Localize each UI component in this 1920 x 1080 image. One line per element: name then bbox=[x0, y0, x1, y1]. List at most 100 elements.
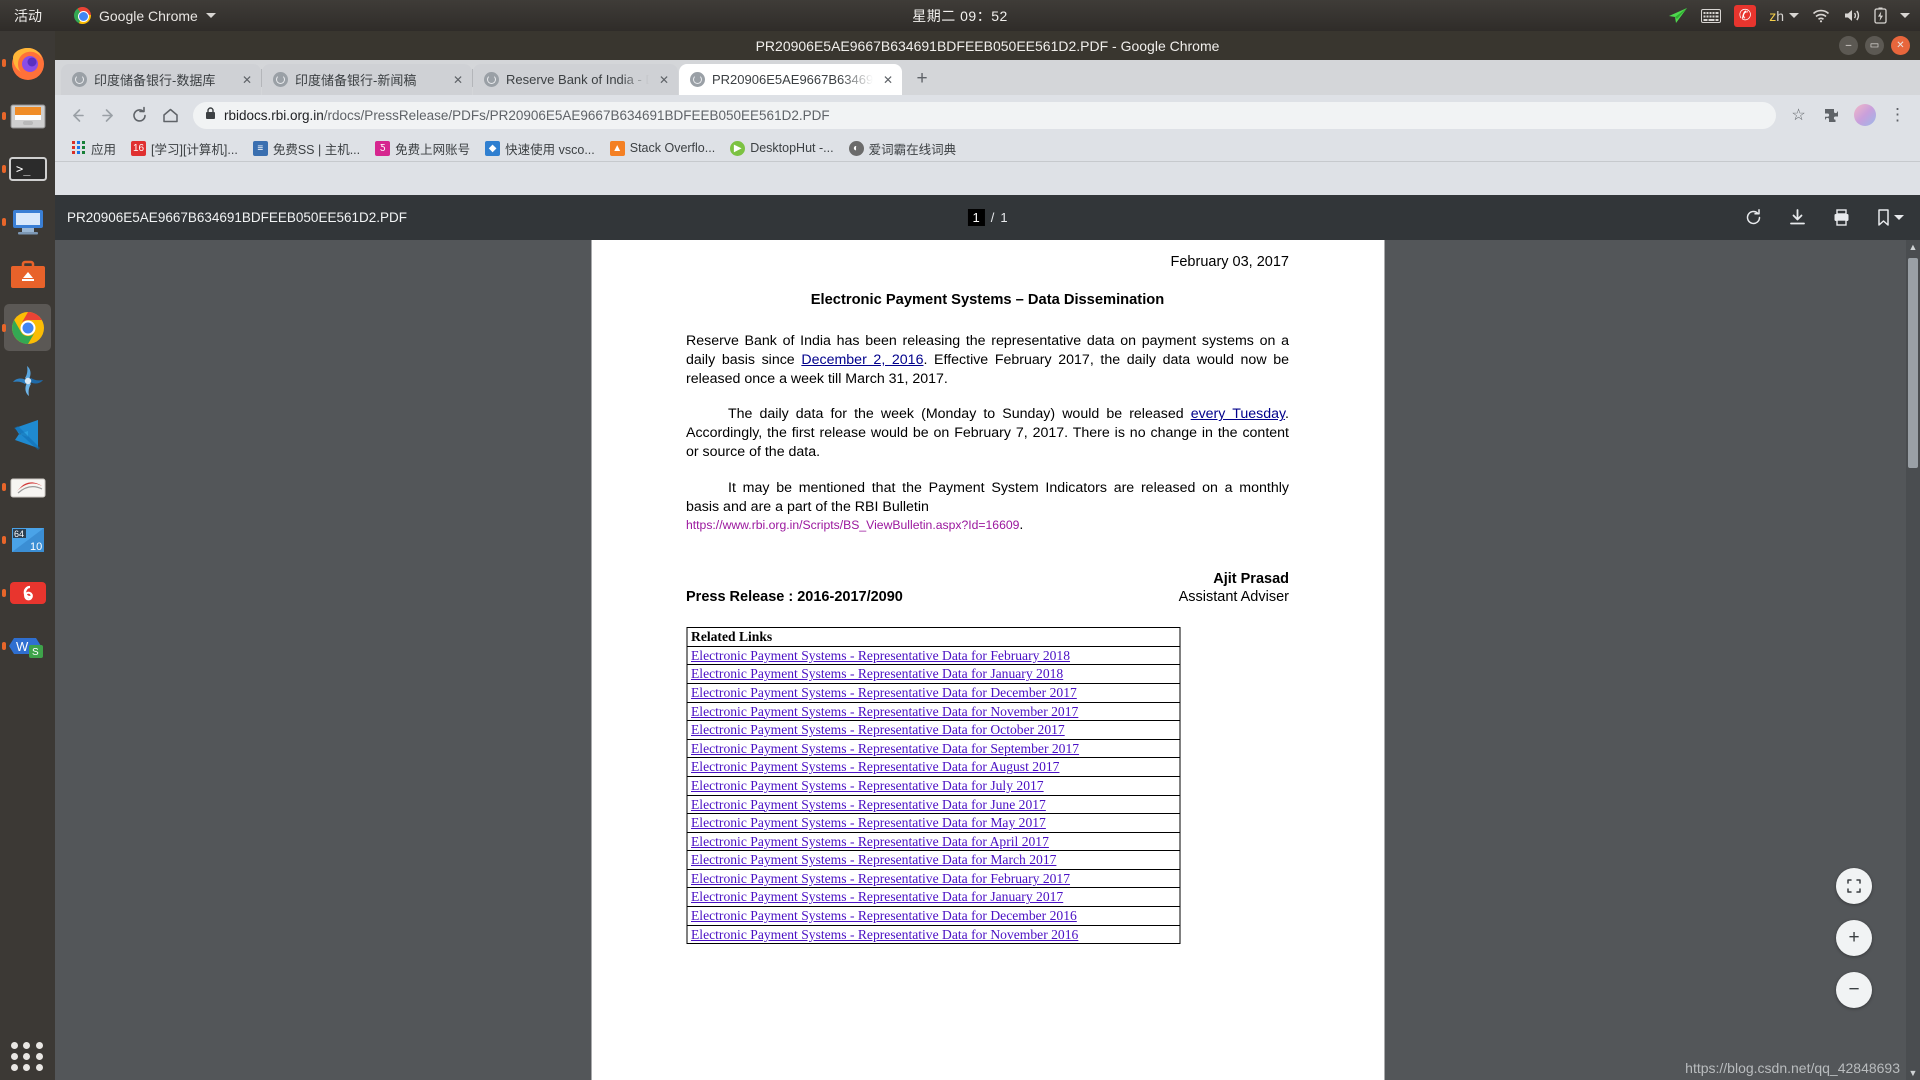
tab-1[interactable]: 印度储备银行-新闻稿 ✕ bbox=[262, 64, 472, 95]
related-link-7[interactable]: Electronic Payment Systems - Representat… bbox=[691, 778, 1044, 793]
close-button[interactable]: ✕ bbox=[1891, 36, 1910, 55]
address-bar[interactable]: rbidocs.rbi.org.in/rdocs/PressRelease/PD… bbox=[193, 101, 1776, 129]
bookmark-4[interactable]: ◆ 快速使用 vsco... bbox=[479, 136, 601, 161]
table-row[interactable]: Electronic Payment Systems - Representat… bbox=[686, 868, 1180, 889]
related-link-1[interactable]: Electronic Payment Systems - Representat… bbox=[691, 666, 1063, 681]
related-link-3[interactable]: Electronic Payment Systems - Representat… bbox=[691, 704, 1078, 719]
related-link-0[interactable]: Electronic Payment Systems - Representat… bbox=[691, 648, 1070, 663]
telegram-icon[interactable] bbox=[1668, 0, 1688, 31]
scroll-up-arrow-icon[interactable]: ▲ bbox=[1906, 240, 1920, 254]
table-row[interactable]: Electronic Payment Systems - Representat… bbox=[686, 813, 1180, 833]
scroll-down-arrow-icon[interactable]: ▼ bbox=[1906, 1066, 1920, 1080]
table-row[interactable]: Electronic Payment Systems - Representat… bbox=[686, 887, 1180, 908]
rbi-bulletin-link[interactable]: https://www.rbi.org.in/Scripts/BS_ViewBu… bbox=[686, 518, 1019, 532]
netease-music-icon[interactable]: ✆ bbox=[1734, 0, 1757, 31]
dock-item-virtualbox[interactable] bbox=[4, 198, 51, 245]
clock[interactable]: 星期二 09：52 bbox=[912, 6, 1008, 26]
activities-button[interactable]: 活动 bbox=[0, 6, 56, 26]
bookmark-3[interactable]: Ƽ 免费上网账号 bbox=[369, 136, 476, 161]
dock-item-firefox[interactable] bbox=[4, 39, 51, 86]
pdf-scroll-area[interactable]: February 03, 2017 Electronic Payment Sys… bbox=[55, 240, 1920, 1080]
zoom-in-button[interactable]: + bbox=[1836, 920, 1872, 956]
dock-item-google-chrome[interactable] bbox=[4, 304, 51, 351]
maximize-button[interactable]: ▭ bbox=[1865, 36, 1884, 55]
wifi-icon[interactable] bbox=[1812, 0, 1830, 31]
dock-item-photo-app[interactable] bbox=[4, 357, 51, 404]
tab-3[interactable]: PR20906E5AE9667B63469 ✕ bbox=[679, 64, 902, 95]
related-link-12[interactable]: Electronic Payment Systems - Representat… bbox=[691, 871, 1070, 886]
reload-button[interactable] bbox=[125, 101, 154, 130]
related-link-15[interactable]: Electronic Payment Systems - Representat… bbox=[691, 927, 1078, 942]
back-button[interactable] bbox=[63, 101, 92, 130]
table-row[interactable]: Electronic Payment Systems - Representat… bbox=[686, 664, 1180, 684]
december-2-2016-link[interactable]: December 2, 2016 bbox=[801, 352, 923, 368]
dock-item-netease-music[interactable] bbox=[4, 569, 51, 616]
related-link-8[interactable]: Electronic Payment Systems - Representat… bbox=[691, 797, 1046, 812]
scrollbar-thumb[interactable] bbox=[1908, 258, 1918, 468]
related-link-10[interactable]: Electronic Payment Systems - Representat… bbox=[691, 834, 1049, 849]
window-titlebar[interactable]: PR20906E5AE9667B634691BDFEEB050EE561D2.P… bbox=[55, 31, 1920, 60]
table-row[interactable]: Electronic Payment Systems - Representat… bbox=[686, 645, 1180, 666]
dock-item-wps-office[interactable]: WS bbox=[4, 622, 51, 669]
bookmark-star-icon[interactable]: ☆ bbox=[1784, 101, 1813, 130]
every-tuesday-link[interactable]: every Tuesday bbox=[1191, 406, 1285, 422]
tab-close-icon[interactable]: ✕ bbox=[450, 72, 466, 88]
volume-icon[interactable] bbox=[1843, 0, 1861, 31]
minimize-button[interactable]: – bbox=[1839, 36, 1858, 55]
dock-item-terminal[interactable]: >_ bbox=[4, 145, 51, 192]
related-link-13[interactable]: Electronic Payment Systems - Representat… bbox=[691, 889, 1063, 904]
related-link-14[interactable]: Electronic Payment Systems - Representat… bbox=[691, 908, 1077, 923]
profile-avatar[interactable] bbox=[1850, 101, 1879, 130]
dock-item-foxit-reader[interactable] bbox=[4, 463, 51, 510]
related-link-5[interactable]: Electronic Payment Systems - Representat… bbox=[691, 741, 1079, 756]
table-row[interactable]: Electronic Payment Systems - Representat… bbox=[686, 775, 1180, 796]
input-method-indicator[interactable]: zh bbox=[1769, 0, 1799, 31]
app-menu-button[interactable]: Google Chrome bbox=[74, 7, 216, 24]
battery-icon[interactable] bbox=[1874, 0, 1887, 31]
chevron-down-icon[interactable] bbox=[1900, 13, 1910, 18]
extensions-icon[interactable] bbox=[1817, 101, 1846, 130]
dock-item-files[interactable] bbox=[4, 92, 51, 139]
new-tab-button[interactable]: + bbox=[908, 65, 936, 93]
page-number-input[interactable]: 1 bbox=[967, 209, 985, 226]
bookmark-button[interactable] bbox=[1876, 208, 1904, 227]
show-applications-button[interactable] bbox=[10, 1042, 45, 1071]
bookmark-6[interactable]: ▶ DesktopHut -... bbox=[724, 138, 839, 159]
table-row[interactable]: Electronic Payment Systems - Representat… bbox=[686, 701, 1180, 722]
bookmark-7[interactable]: ◐ 爱词霸在线词典 bbox=[843, 136, 963, 161]
bookmark-2[interactable]: ≡ 免费SS | 主机... bbox=[247, 136, 366, 161]
download-button[interactable] bbox=[1788, 208, 1807, 227]
forward-button[interactable] bbox=[94, 101, 123, 130]
vertical-scrollbar[interactable]: ▲ ▼ bbox=[1906, 240, 1920, 1080]
tab-0[interactable]: 印度储备银行-数据库 ✕ bbox=[61, 64, 261, 95]
dock-item-switch-6410[interactable]: 64 10 bbox=[4, 516, 51, 563]
bookmark-1[interactable]: 16 [学习][计算机]... bbox=[125, 136, 244, 161]
table-row[interactable]: Electronic Payment Systems - Representat… bbox=[686, 850, 1180, 870]
table-row[interactable]: Electronic Payment Systems - Representat… bbox=[686, 720, 1180, 740]
dock-item-software-center[interactable] bbox=[4, 251, 51, 298]
table-row[interactable]: Electronic Payment Systems - Representat… bbox=[686, 682, 1180, 703]
dock-item-vs-code[interactable] bbox=[4, 410, 51, 457]
zoom-out-button[interactable]: − bbox=[1836, 972, 1872, 1008]
tab-close-icon[interactable]: ✕ bbox=[656, 72, 672, 88]
keyboard-icon[interactable] bbox=[1701, 0, 1722, 31]
related-link-9[interactable]: Electronic Payment Systems - Representat… bbox=[691, 815, 1046, 830]
related-link-6[interactable]: Electronic Payment Systems - Representat… bbox=[691, 759, 1059, 774]
fit-to-page-button[interactable] bbox=[1836, 868, 1872, 904]
chrome-menu-button[interactable]: ⋮ bbox=[1883, 101, 1912, 130]
related-link-11[interactable]: Electronic Payment Systems - Representat… bbox=[691, 852, 1056, 867]
rotate-button[interactable] bbox=[1744, 208, 1763, 227]
related-link-2[interactable]: Electronic Payment Systems - Representat… bbox=[691, 685, 1077, 700]
tab-2[interactable]: Reserve Bank of India - Da ✕ bbox=[473, 64, 678, 95]
table-row[interactable]: Electronic Payment Systems - Representat… bbox=[686, 794, 1180, 815]
table-row[interactable]: Electronic Payment Systems - Representat… bbox=[686, 906, 1180, 926]
table-row[interactable]: Electronic Payment Systems - Representat… bbox=[686, 738, 1180, 759]
home-button[interactable] bbox=[156, 101, 185, 130]
bookmark-5[interactable]: ▲ Stack Overflo... bbox=[604, 138, 721, 159]
bookmark-apps[interactable]: 应用 bbox=[65, 136, 122, 161]
tab-close-icon[interactable]: ✕ bbox=[880, 72, 896, 88]
table-row[interactable]: Electronic Payment Systems - Representat… bbox=[686, 831, 1180, 852]
related-link-4[interactable]: Electronic Payment Systems - Representat… bbox=[691, 722, 1065, 737]
table-row[interactable]: Electronic Payment Systems - Representat… bbox=[686, 757, 1180, 777]
tab-close-icon[interactable]: ✕ bbox=[239, 72, 255, 88]
